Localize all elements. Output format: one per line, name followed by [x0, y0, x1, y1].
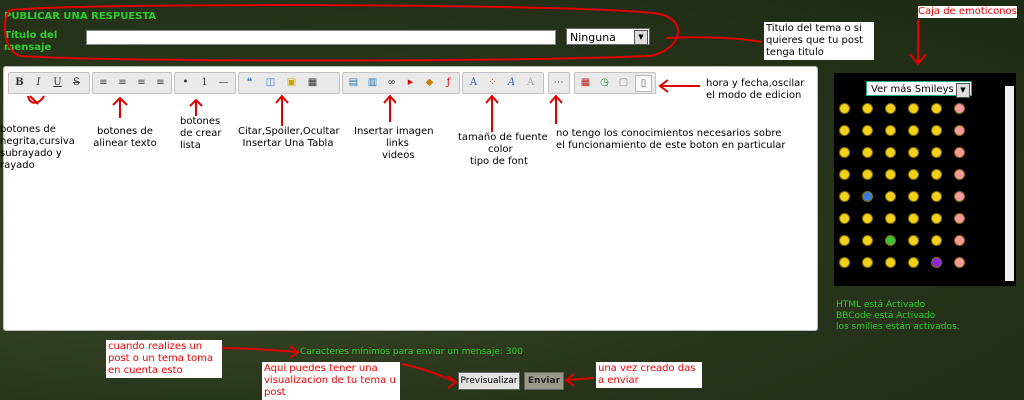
- smiley-icon[interactable]: [954, 191, 965, 202]
- smiley-icon[interactable]: [885, 125, 896, 136]
- smiley-icon[interactable]: [954, 125, 965, 136]
- arrow-format: [27, 95, 45, 105]
- smiley-icon[interactable]: [931, 147, 942, 158]
- smiley-icon[interactable]: [931, 257, 942, 268]
- smiley-icon[interactable]: [908, 103, 919, 114]
- annotation-unknown-button: no tengo los conocimientos necesarios so…: [556, 128, 786, 151]
- arrow-send: [564, 373, 595, 387]
- smiley-icon[interactable]: [839, 191, 850, 202]
- arrow-preview: [401, 363, 458, 389]
- arrow-quote: [275, 94, 289, 126]
- arrow-unknown: [549, 94, 563, 124]
- chevron-down-icon: ▼: [956, 83, 970, 98]
- smiley-icon[interactable]: [954, 103, 965, 114]
- annotation-quote-buttons: Citar,Spoiler,Ocultar Insertar Una Tabla: [238, 126, 340, 149]
- arrow-date: [658, 79, 700, 93]
- smiley-icon[interactable]: [839, 235, 850, 246]
- smiley-icon[interactable]: [885, 235, 896, 246]
- annotation-font-2: color: [488, 144, 513, 155]
- smiley-icon[interactable]: [931, 213, 942, 224]
- smiley-icon[interactable]: [862, 257, 873, 268]
- annotation-font-3: tipo de font: [470, 156, 528, 167]
- smiley-icon[interactable]: [862, 213, 873, 224]
- smiley-icon[interactable]: [885, 103, 896, 114]
- smiley-icon[interactable]: [862, 169, 873, 180]
- smiley-icon[interactable]: [931, 125, 942, 136]
- annotation-align-buttons: botones de alinear texto: [93, 126, 157, 149]
- smiley-icon[interactable]: [954, 169, 965, 180]
- annotation-send: una vez creado das a enviar: [596, 362, 702, 388]
- more-smileys-label: Ver más Smileys: [871, 84, 954, 95]
- smiley-icon[interactable]: [839, 147, 850, 158]
- smiley-icon[interactable]: [954, 147, 965, 158]
- smiley-icon[interactable]: [885, 257, 896, 268]
- smiley-icon[interactable]: [954, 257, 965, 268]
- arrow-list: [189, 98, 203, 116]
- smiley-icon[interactable]: [862, 103, 873, 114]
- smiley-icon[interactable]: [862, 235, 873, 246]
- smiley-icon[interactable]: [908, 213, 919, 224]
- smiley-icon[interactable]: [885, 169, 896, 180]
- smiley-icon[interactable]: [839, 257, 850, 268]
- annotation-insert-2: links: [386, 138, 409, 149]
- smiley-icon[interactable]: [931, 191, 942, 202]
- smiley-icon[interactable]: [908, 147, 919, 158]
- smiley-icon[interactable]: [954, 213, 965, 224]
- status-bbcode: BBCode está Activado: [836, 311, 936, 321]
- annotation-insert-1: Insertar imagen: [354, 126, 434, 137]
- preview-button[interactable]: Previsualizar: [458, 372, 520, 390]
- annotation-font-1: tamaño de fuente: [458, 132, 548, 143]
- status-smilies: los smilies están activados.: [836, 322, 960, 332]
- arrow-smiley-box: [909, 20, 927, 66]
- smiley-icon[interactable]: [839, 169, 850, 180]
- send-button[interactable]: Enviar: [524, 372, 564, 390]
- annotation-smiley-box: Caja de emoticonos: [918, 6, 1017, 18]
- arrow-align: [112, 96, 128, 118]
- arrow-minchars: [221, 345, 300, 359]
- smiley-icon[interactable]: [839, 213, 850, 224]
- smiley-icon[interactable]: [862, 191, 873, 202]
- smiley-icon[interactable]: [862, 125, 873, 136]
- smiley-icon[interactable]: [839, 103, 850, 114]
- smiley-icon[interactable]: [954, 235, 965, 246]
- annotation-format-buttons: botones de negrita,cursiva subrayado y r…: [0, 124, 75, 171]
- smiley-icon[interactable]: [908, 191, 919, 202]
- annotation-preview: Aqui puedes tener una visualizacion de t…: [262, 362, 400, 400]
- smiley-icon[interactable]: [931, 169, 942, 180]
- smiley-icon[interactable]: [908, 169, 919, 180]
- smiley-icon[interactable]: [862, 147, 873, 158]
- header-loop: [3, 4, 680, 62]
- smiley-icon[interactable]: [908, 235, 919, 246]
- annotation-list-buttons: botones de crear lista: [180, 116, 222, 151]
- annotation-insert-3: videos: [382, 150, 415, 161]
- annotation-topic-title: Titulo del tema o si quieres que tu post…: [764, 22, 874, 60]
- smiley-scrollbar[interactable]: [1005, 86, 1014, 281]
- smiley-icon[interactable]: [931, 103, 942, 114]
- smiley-icon[interactable]: [839, 125, 850, 136]
- smiley-icon[interactable]: [885, 191, 896, 202]
- status-html: HTML está Activado: [836, 300, 926, 310]
- smiley-icon[interactable]: [908, 125, 919, 136]
- smiley-icon[interactable]: [885, 213, 896, 224]
- more-smileys-select[interactable]: Ver más Smileys ▼: [866, 81, 972, 98]
- annotation-date-time: hora y fecha,oscilar el modo de edicion: [706, 78, 805, 101]
- annotation-min-chars: cuando realizes un post o un tema toma e…: [106, 340, 222, 378]
- arrow-header: [665, 36, 763, 43]
- arrow-insert: [383, 94, 397, 122]
- smiley-icon[interactable]: [885, 147, 896, 158]
- smiley-icon[interactable]: [908, 257, 919, 268]
- smiley-icon[interactable]: [931, 235, 942, 246]
- min-chars-text: Caracteres mínimos para enviar un mensaj…: [300, 347, 523, 357]
- arrow-font: [485, 94, 499, 132]
- smiley-panel: [834, 73, 1016, 286]
